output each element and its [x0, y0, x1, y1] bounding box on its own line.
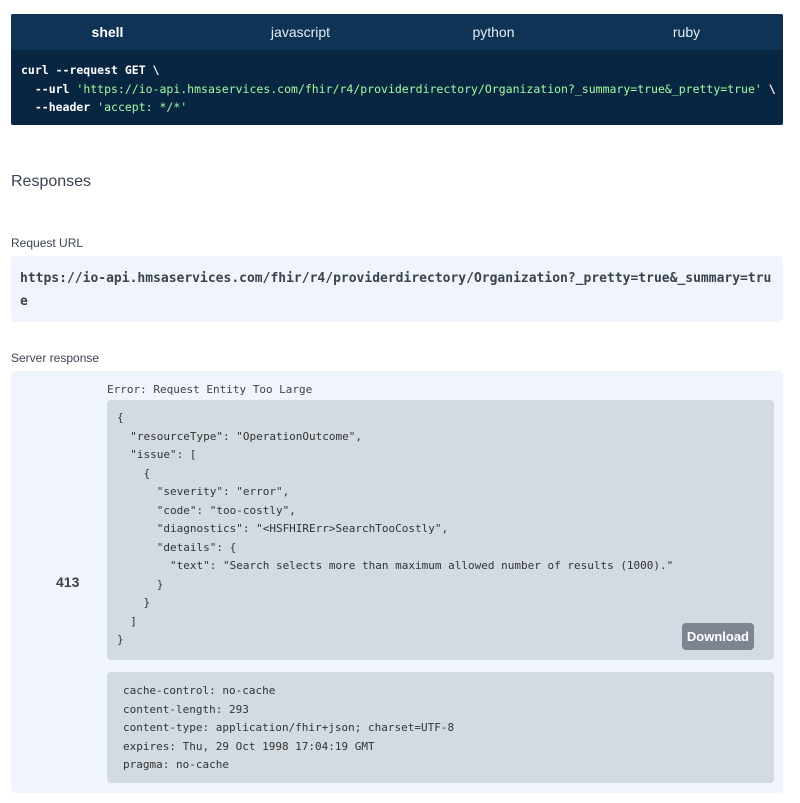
- code-line-2-url: 'https://io-api.hmsaservices.com/fhir/r4…: [76, 81, 762, 96]
- body-line: "details": {: [117, 540, 237, 554]
- server-response-panel: 413 Error: Request Entity Too Large { "r…: [11, 371, 783, 793]
- response-header-line: cache-control: no-cache: [123, 684, 276, 697]
- body-line: }: [117, 596, 151, 609]
- body-line: {: [117, 466, 151, 480]
- response-header-line: expires: Thu, 29 Oct 1998 17:04:19 GMT: [123, 739, 375, 753]
- body-line: "severity": "error",: [117, 485, 290, 498]
- code-line-2-tail: \: [761, 81, 776, 96]
- response-headers: cache-control: no-cache content-length: 2…: [107, 672, 774, 783]
- response-header-line: pragma: no-cache: [123, 758, 229, 771]
- tab-shell[interactable]: shell: [11, 14, 204, 50]
- responses-heading: Responses: [11, 173, 92, 190]
- code-line-2-flag: --url: [21, 81, 77, 96]
- body-line: {: [117, 411, 124, 424]
- body-line: "diagnostics": "<HSFHIRErr>SearchTooCost…: [117, 522, 449, 535]
- body-line: "issue": [: [117, 448, 197, 461]
- body-line: ]: [117, 614, 137, 628]
- response-body: { "resourceType": "OperationOutcome", "i…: [107, 400, 774, 660]
- curl-code: curl --request GET \ --url 'https://io-a…: [11, 50, 783, 125]
- status-code: 413: [56, 574, 80, 590]
- request-url-value: https://io-api.hmsaservices.com/fhir/r4/…: [11, 256, 783, 322]
- download-button[interactable]: Download: [681, 623, 754, 650]
- tab-ruby[interactable]: ruby: [590, 14, 783, 50]
- response-header-line: content-length: 293: [123, 702, 249, 716]
- body-line: "code": "too-costly",: [117, 503, 296, 517]
- response-header-line: content-type: application/fhir+json; cha…: [123, 721, 455, 734]
- body-line: "text": "Search selects more than maximu…: [117, 559, 674, 572]
- tab-javascript[interactable]: javascript: [204, 14, 397, 50]
- tab-python[interactable]: python: [397, 14, 590, 50]
- code-line-3-flag: --header: [21, 100, 98, 114]
- code-sample-panel: shell javascript python ruby curl --requ…: [11, 14, 783, 125]
- body-line: "resourceType": "OperationOutcome",: [117, 429, 363, 443]
- server-response-label: Server response: [11, 351, 100, 365]
- code-line-3-value: 'accept: */*': [97, 100, 188, 114]
- body-line: }: [117, 577, 164, 591]
- request-url-label: Request URL: [11, 236, 84, 250]
- body-line: }: [117, 633, 124, 646]
- code-line-1: curl --request GET \: [21, 63, 160, 77]
- error-title: Error: Request Entity Too Large: [107, 383, 313, 396]
- language-tabs: shell javascript python ruby: [11, 14, 783, 50]
